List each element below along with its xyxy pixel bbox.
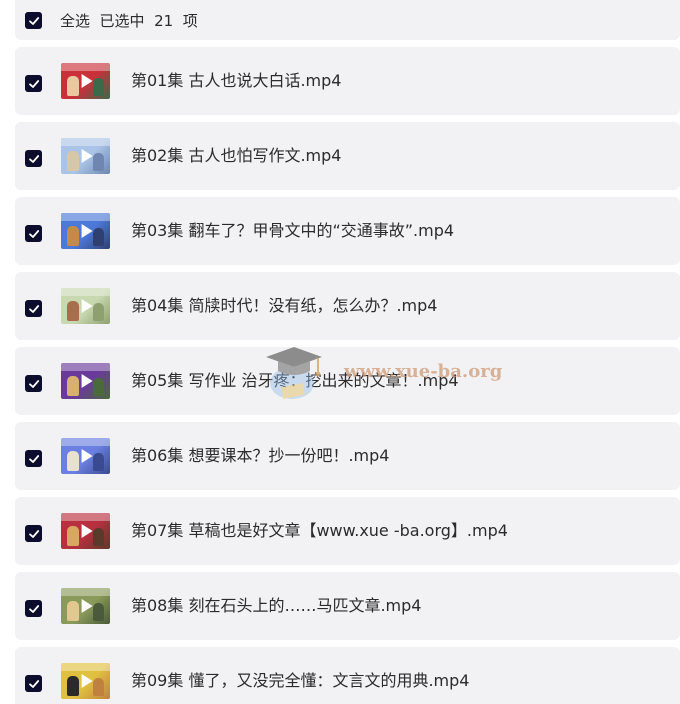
file-name: 第09集 懂了，又没完全懂：文言文的用典.mp4 [131,671,470,690]
item-checkbox[interactable] [25,150,42,167]
video-thumbnail[interactable] [61,363,110,399]
list-item[interactable]: 第01集 古人也说大白话.mp4 [15,47,680,115]
list-item[interactable]: 第03集 翻车了？甲骨文中的“交通事故”.mp4 [15,197,680,265]
play-icon [81,299,93,313]
video-thumbnail[interactable] [61,588,110,624]
check-icon [28,16,39,25]
list-item[interactable]: 第09集 懂了，又没完全懂：文言文的用典.mp4 [15,647,680,704]
item-checkbox[interactable] [25,75,42,92]
play-icon [81,449,93,463]
play-icon [81,74,93,88]
list-item[interactable]: 第05集 写作业 治牙疼：挖出来的文章！.mp4 [15,347,680,415]
video-thumbnail[interactable] [61,288,110,324]
video-thumbnail[interactable] [61,438,110,474]
selection-count-label: 全选 已选中 21 项 [60,12,198,30]
item-checkbox[interactable] [25,525,42,542]
video-thumbnail[interactable] [61,663,110,699]
play-icon [81,599,93,613]
file-name: 第03集 翻车了？甲骨文中的“交通事故”.mp4 [131,221,455,240]
check-icon [28,679,39,688]
list-item[interactable]: 第07集 草稿也是好文章【www.xue -ba.org】.mp4 [15,497,680,565]
list-item[interactable]: 第04集 简牍时代！没有纸，怎么办？.mp4 [15,272,680,340]
video-thumbnail[interactable] [61,63,110,99]
file-name: 第07集 草稿也是好文章【www.xue -ba.org】.mp4 [131,521,508,540]
check-icon [28,229,39,238]
file-name: 第08集 刻在石头上的……马匹文章.mp4 [131,596,422,615]
check-icon [28,154,39,163]
file-name: 第04集 简牍时代！没有纸，怎么办？.mp4 [131,296,438,315]
item-checkbox[interactable] [25,600,42,617]
play-icon [81,149,93,163]
play-icon [81,524,93,538]
check-icon [28,454,39,463]
video-thumbnail[interactable] [61,513,110,549]
select-all-bar: 全选 已选中 21 项 [15,0,680,40]
check-icon [28,79,39,88]
file-name: 第02集 古人也怕写作文.mp4 [131,146,342,165]
check-icon [28,304,39,313]
file-name: 第01集 古人也说大白话.mp4 [131,71,342,90]
play-icon [81,374,93,388]
video-thumbnail[interactable] [61,213,110,249]
check-icon [28,604,39,613]
play-icon [81,224,93,238]
item-checkbox[interactable] [25,450,42,467]
play-icon [81,674,93,688]
list-item[interactable]: 第06集 想要课本？抄一份吧！.mp4 [15,422,680,490]
list-item[interactable]: 第08集 刻在石头上的……马匹文章.mp4 [15,572,680,640]
check-icon [28,379,39,388]
item-checkbox[interactable] [25,675,42,692]
item-checkbox[interactable] [25,375,42,392]
item-checkbox[interactable] [25,225,42,242]
item-checkbox[interactable] [25,300,42,317]
select-all-checkbox[interactable] [25,12,42,29]
check-icon [28,529,39,538]
file-name: 第06集 想要课本？抄一份吧！.mp4 [131,446,390,465]
list-item[interactable]: 第02集 古人也怕写作文.mp4 [15,122,680,190]
file-name: 第05集 写作业 治牙疼：挖出来的文章！.mp4 [131,371,459,390]
video-thumbnail[interactable] [61,138,110,174]
